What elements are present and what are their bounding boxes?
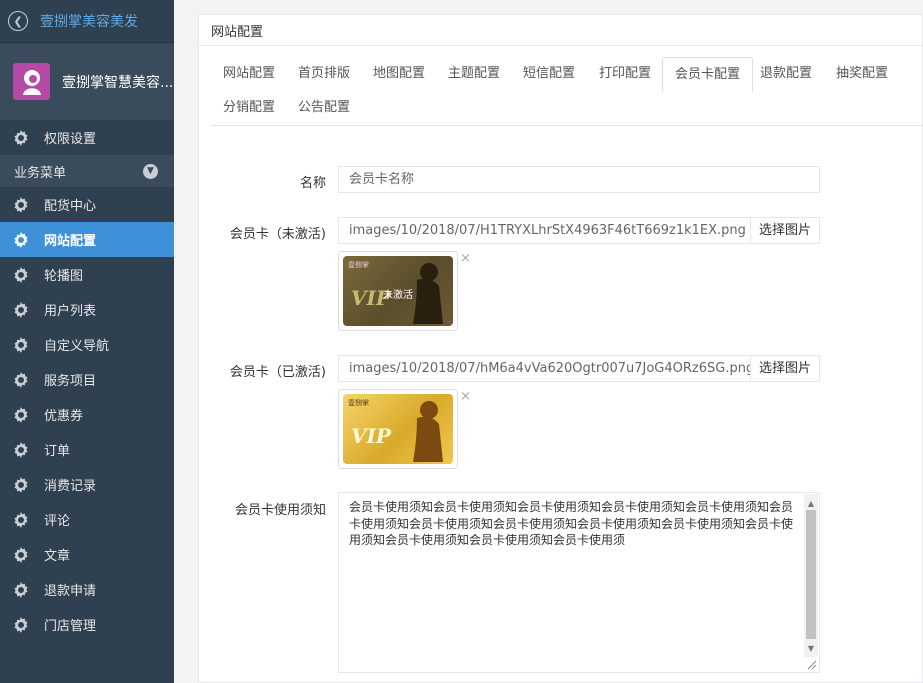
back-circle-icon[interactable]: ❮ [8,11,28,31]
tab-member-card-config[interactable]: 会员卡配置 [662,57,754,92]
tab-lottery-config[interactable]: 抽奖配置 [824,57,900,91]
sidebar-item-label: 退款申请 [44,584,97,599]
sidebar-item-0[interactable]: 配货中心 [0,187,174,222]
active-card-image: 壹捌掌 VIP [343,394,453,464]
sidebar-item-10[interactable]: 文章 [0,537,174,572]
main-panel: 网站配置 网站配置 首页排版 地图配置 主题配置 短信配置 打印配置 会员卡配置… [198,14,923,683]
sidebar-item-label: 配货中心 [44,199,97,214]
gear-icon [12,129,30,147]
tab-home-layout[interactable]: 首页排版 [286,57,362,91]
notice-textarea[interactable]: 会员卡使用须知会员卡使用须知会员卡使用须知会员卡使用须知会员卡使用须知会员卡使用… [338,492,820,673]
inactive-card-path-input[interactable]: images/10/2018/07/H1TRYXLhrStX4963F46tT6… [338,217,751,244]
gear-icon [12,406,30,424]
gear-icon [12,371,30,389]
card-brand-text: 壹捌掌 [348,261,369,269]
sidebar-item-11[interactable]: 退款申请 [0,572,174,607]
gear-icon [12,266,30,284]
card-brand-text: 壹捌掌 [348,399,369,407]
woman-silhouette-icon [22,69,41,95]
tab-sms-config[interactable]: 短信配置 [511,57,587,91]
sidebar-item-12[interactable]: 门店管理 [0,607,174,642]
woman-figure-icon [413,401,443,462]
sidebar-item-label: 权限设置 [44,132,97,147]
profile-name: 壹捌掌智慧美容... [62,74,174,91]
sidebar-item-8[interactable]: 消费记录 [0,467,174,502]
sidebar-item-2[interactable]: 轮播图 [0,257,174,292]
gear-icon [12,581,30,599]
sidebar-item-4[interactable]: 自定义导航 [0,327,174,362]
inactive-card-image: 壹捌掌 VIP 未激活 [343,256,453,326]
sidebar-item-label: 订单 [44,444,71,459]
business-menu-header[interactable]: 业务菜单 ▼ [0,155,174,187]
notice-text: 会员卡使用须知会员卡使用须知会员卡使用须知会员卡使用须知会员卡使用须知会员卡使用… [349,500,794,547]
avatar [13,63,50,100]
sidebar-item-permissions[interactable]: 权限设置 [0,120,174,155]
sidebar-item-label: 轮播图 [44,269,84,284]
active-card-label: 会员卡（已激活) [229,365,326,380]
sidebar-item-label: 消费记录 [44,479,97,494]
tab-map-config[interactable]: 地图配置 [361,57,437,91]
profile: 壹捌掌智慧美容... [0,42,174,120]
remove-inactive-image-icon[interactable]: × [460,251,471,266]
gear-icon [12,476,30,494]
sidebar-item-7[interactable]: 订单 [0,432,174,467]
sidebar-item-label: 用户列表 [44,304,97,319]
gear-icon [12,616,30,634]
sidebar-item-9[interactable]: 评论 [0,502,174,537]
gear-icon [12,231,30,249]
sidebar-item-label: 优惠券 [44,409,84,424]
scroll-down-icon[interactable]: ▼ [804,641,818,658]
sidebar-item-label: 文章 [44,549,71,564]
tab-distribution-config[interactable]: 分销配置 [211,91,287,125]
sidebar-item-1[interactable]: 网站配置 [0,222,174,257]
tab-print-config[interactable]: 打印配置 [587,57,663,91]
card-name-input[interactable]: 会员卡名称 [338,166,820,193]
gear-icon [12,511,30,529]
section-label: 业务菜单 [14,165,67,181]
inactive-card-thumbnail: 壹捌掌 VIP 未激活 [338,251,458,331]
active-card-thumbnail: 壹捌掌 VIP [338,389,458,469]
gear-icon [12,441,30,459]
resize-handle-icon[interactable] [806,659,817,670]
tab-refund-config[interactable]: 退款配置 [748,57,824,91]
brand-bar: ❮ 壹捌掌美容美发 [0,0,174,42]
scroll-thumb[interactable] [806,510,816,639]
sidebar-item-3[interactable]: 用户列表 [0,292,174,327]
sidebar-item-label: 网站配置 [44,234,97,249]
sidebar-item-label: 服务项目 [44,374,97,389]
panel-title: 网站配置 [199,15,922,46]
sidebar-item-5[interactable]: 服务项目 [0,362,174,397]
tab-theme-config[interactable]: 主题配置 [436,57,512,91]
gear-icon [12,196,30,214]
tab-notice-config[interactable]: 公告配置 [286,91,362,125]
sidebar-item-6[interactable]: 优惠券 [0,397,174,432]
inactive-card-label: 会员卡（未激活) [229,227,326,242]
active-card-path-input[interactable]: images/10/2018/07/hM6a4vVa620Ogtr007u7Jo… [338,355,751,382]
textarea-scrollbar[interactable]: ▲ ▼ [804,494,818,657]
gear-icon [12,301,30,319]
select-image-button-inactive[interactable]: 选择图片 [750,217,820,244]
name-label: 名称 [299,176,326,191]
gear-icon [12,336,30,354]
remove-active-image-icon[interactable]: × [460,389,471,404]
sidebar-item-label: 门店管理 [44,619,97,634]
sidebar: ❮ 壹捌掌美容美发 壹捌掌智慧美容... 权限设置 业务菜单 ▼ 配货中心网站配… [0,0,174,683]
business-menu-list: 配货中心网站配置轮播图用户列表自定义导航服务项目优惠券订单消费记录评论文章退款申… [0,187,174,642]
tab-site-config[interactable]: 网站配置 [211,57,287,91]
sidebar-item-label: 自定义导航 [44,339,110,354]
gear-icon [12,546,30,564]
notice-label: 会员卡使用须知 [234,503,326,518]
sidebar-item-label: 评论 [44,514,71,529]
select-image-button-active[interactable]: 选择图片 [750,355,820,382]
config-tabs: 网站配置 首页排版 地图配置 主题配置 短信配置 打印配置 会员卡配置 退款配置… [211,57,923,126]
card-status-text: 未激活 [383,290,413,301]
chevron-down-icon: ▼ [143,163,158,179]
brand-title: 壹捌掌美容美发 [40,14,138,30]
card-vip-text: VIP [351,424,391,448]
